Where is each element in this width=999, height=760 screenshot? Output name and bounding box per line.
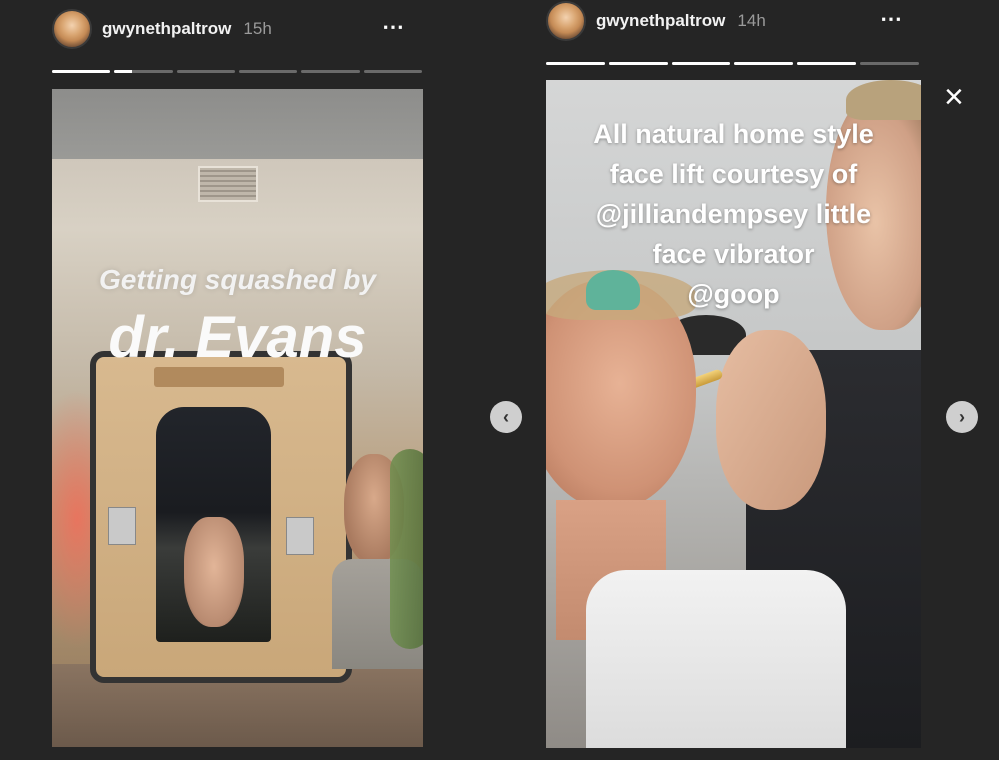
prev-story-button[interactable]: ‹: [490, 401, 522, 433]
left-story-header: gwynethpaltrow 15h: [52, 9, 272, 49]
left-story-media[interactable]: Getting squashed by dr. Evans: [52, 89, 423, 747]
right-progress-segment: [671, 62, 731, 65]
left-username[interactable]: gwynethpaltrow: [102, 19, 231, 39]
left-progress-segment: [52, 70, 111, 73]
left-progress-segment: [114, 70, 173, 73]
right-story-header: gwynethpaltrow 14h: [546, 1, 766, 41]
green-plant: [390, 449, 423, 649]
right-more-icon[interactable]: ⋯: [880, 6, 903, 32]
right-progress-bar: [546, 62, 919, 65]
right-progress-segment: [546, 62, 605, 65]
client-top: [586, 570, 846, 748]
right-timestamp: 14h: [737, 11, 766, 30]
right-progress-segment: [608, 62, 668, 65]
left-progress-segment: [176, 70, 235, 73]
face-opening: [156, 407, 271, 642]
right-progress-segment: [860, 62, 919, 65]
right-caption-mention[interactable]: @goop: [546, 274, 921, 314]
right-caption-line: All natural home style: [593, 119, 874, 149]
left-progress-segment: [301, 70, 360, 73]
right-username[interactable]: gwynethpaltrow: [596, 11, 725, 31]
ceiling-vent: [198, 166, 258, 202]
face-in-opening: [184, 517, 244, 627]
aesthetician-arm: [716, 330, 826, 510]
chevron-right-icon: ›: [959, 406, 965, 427]
left-caption-line2: dr. Evans: [108, 305, 367, 370]
left-progress-bar: [52, 70, 422, 73]
close-icon[interactable]: ×: [944, 80, 964, 114]
left-progress-segment: [363, 70, 422, 73]
right-story-media[interactable]: All natural home style face lift courtes…: [546, 80, 921, 748]
right-progress-segment: [797, 62, 857, 65]
left-avatar[interactable]: [52, 9, 92, 49]
right-caption-mention[interactable]: @jilliandempsey little: [546, 194, 921, 234]
right-caption-line: face vibrator: [652, 239, 815, 269]
headrest-board: [90, 351, 352, 683]
next-story-button[interactable]: ›: [946, 401, 978, 433]
left-more-icon[interactable]: ⋯: [382, 14, 405, 40]
chevron-left-icon: ‹: [503, 406, 509, 427]
hinge-left: [108, 507, 136, 545]
left-progress-segment: [238, 70, 298, 73]
left-caption-line1: Getting squashed by: [99, 264, 376, 295]
left-timestamp: 15h: [243, 19, 272, 38]
right-caption-line: face lift courtesy of: [609, 159, 858, 189]
right-caption: All natural home style face lift courtes…: [546, 114, 921, 314]
right-avatar[interactable]: [546, 1, 586, 41]
right-progress-segment: [734, 62, 794, 65]
hinge-right: [286, 517, 314, 555]
